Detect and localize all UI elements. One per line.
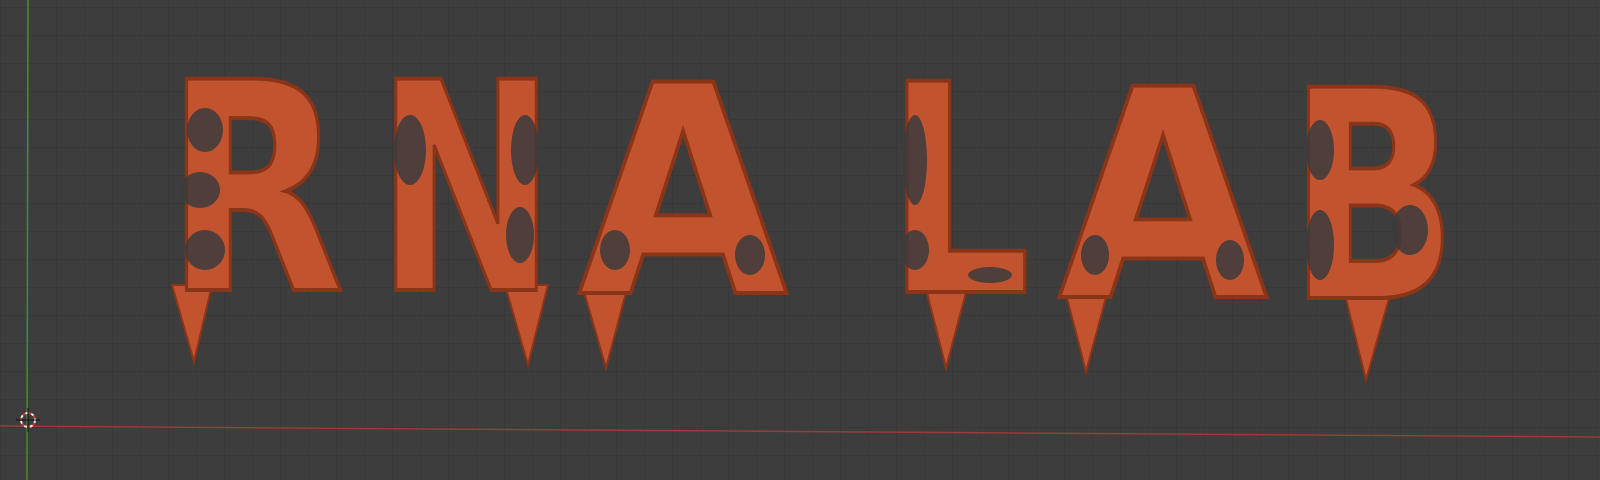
letter-n: N	[376, 22, 556, 359]
letter-a: A	[578, 25, 790, 362]
3d-viewport[interactable]: R N A L A B	[0, 0, 1600, 480]
letter-a-2: A	[1058, 29, 1270, 366]
letter-b: B	[1288, 30, 1458, 367]
